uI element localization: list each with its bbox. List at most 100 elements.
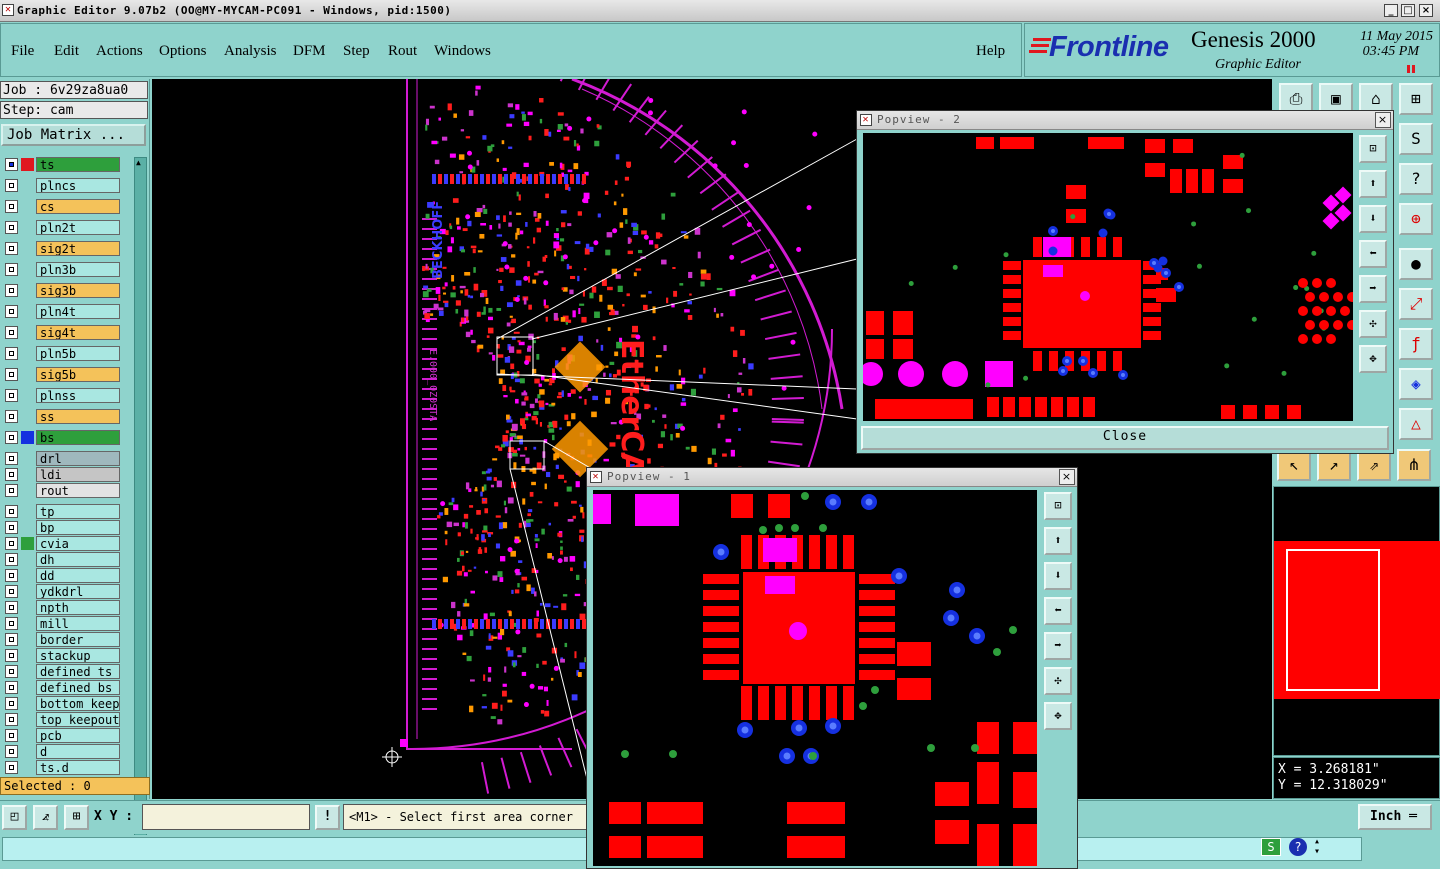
layer-name[interactable]: pcb bbox=[36, 728, 120, 743]
layer-checkbox[interactable] bbox=[5, 697, 18, 710]
layer-row[interactable]: drl bbox=[2, 451, 122, 466]
popview-1-titlebar[interactable]: ✕ Popview - 1 × bbox=[587, 468, 1077, 487]
pv1-fit-icon[interactable]: ⊡ bbox=[1044, 492, 1072, 520]
menu-actions[interactable]: Actions bbox=[96, 43, 143, 60]
pv1-pan-up-icon[interactable]: ⬆ bbox=[1044, 527, 1072, 555]
layer-color-swatch[interactable] bbox=[21, 617, 34, 630]
menu-analysis[interactable]: Analysis bbox=[224, 43, 277, 60]
layer-name[interactable]: ts bbox=[36, 157, 120, 172]
layer-color-swatch[interactable] bbox=[21, 431, 34, 444]
layer-row[interactable]: top_keepout bbox=[2, 712, 122, 727]
s-status-icon[interactable]: S bbox=[1261, 838, 1281, 856]
layer-name[interactable]: mill bbox=[36, 616, 120, 631]
layer-row[interactable]: dh bbox=[2, 552, 122, 567]
layer-name[interactable]: top_keepout bbox=[36, 712, 120, 727]
pad-icon[interactable]: ● bbox=[1399, 248, 1433, 280]
layer-checkbox[interactable] bbox=[5, 221, 18, 234]
layer-color-swatch[interactable] bbox=[21, 468, 34, 481]
layer-row[interactable]: bs bbox=[2, 430, 122, 445]
layer-checkbox[interactable] bbox=[5, 305, 18, 318]
layer-checkbox[interactable] bbox=[5, 179, 18, 192]
layer-name[interactable]: stackup bbox=[36, 648, 120, 663]
layer-checkbox[interactable] bbox=[5, 263, 18, 276]
measure-tool-icon[interactable]: ⦨ bbox=[33, 805, 58, 830]
layer-name[interactable]: ldi bbox=[36, 467, 120, 482]
layer-row[interactable]: ldi bbox=[2, 467, 122, 482]
layer-color-swatch[interactable] bbox=[21, 326, 34, 339]
layer-name[interactable]: bp bbox=[36, 520, 120, 535]
pv1-zoom-in-icon[interactable]: ✣ bbox=[1044, 667, 1072, 695]
layer-checkbox[interactable] bbox=[5, 745, 18, 758]
layer-color-swatch[interactable] bbox=[21, 452, 34, 465]
layer-color-swatch[interactable] bbox=[21, 665, 34, 678]
menu-windows[interactable]: Windows bbox=[434, 43, 491, 60]
layer-checkbox[interactable] bbox=[5, 452, 18, 465]
info-icon[interactable]: ! bbox=[315, 805, 340, 830]
popview-2-canvas[interactable] bbox=[863, 133, 1353, 421]
layer-row[interactable]: npth bbox=[2, 600, 122, 615]
select-net-icon[interactable]: ⋔ bbox=[1397, 449, 1431, 481]
layer-name[interactable]: bs bbox=[36, 430, 120, 445]
layer-scrollbar[interactable]: ▲ ▼ bbox=[134, 157, 147, 851]
layer-color-swatch[interactable] bbox=[21, 410, 34, 423]
layer-row[interactable]: defined_ts bbox=[2, 664, 122, 679]
snap-icon[interactable]: S bbox=[1399, 123, 1433, 155]
unit-select[interactable]: Inch ═ bbox=[1358, 804, 1432, 830]
layer-checkbox[interactable] bbox=[5, 601, 18, 614]
layer-row[interactable]: cvia bbox=[2, 536, 122, 551]
layer-checkbox[interactable] bbox=[5, 158, 18, 171]
layer-row[interactable]: pln5b bbox=[2, 346, 122, 361]
layer-color-swatch[interactable] bbox=[21, 347, 34, 360]
layer-name[interactable]: sig2t bbox=[36, 241, 120, 256]
layer-name[interactable]: sig3b bbox=[36, 283, 120, 298]
layer-name[interactable]: pln4t bbox=[36, 304, 120, 319]
zoom-area-icon[interactable]: ◰ bbox=[2, 805, 27, 830]
layer-row[interactable]: plnss bbox=[2, 388, 122, 403]
layer-name[interactable]: tp bbox=[36, 504, 120, 519]
pv2-pan-left-icon[interactable]: ⬅ bbox=[1359, 240, 1387, 268]
layer-color-swatch[interactable] bbox=[21, 521, 34, 534]
layer-row[interactable]: ydkdrl bbox=[2, 584, 122, 599]
layer-row[interactable]: d bbox=[2, 744, 122, 759]
layer-checkbox[interactable] bbox=[5, 585, 18, 598]
viewport-frame[interactable] bbox=[1286, 549, 1380, 691]
menu-step[interactable]: Step bbox=[343, 43, 370, 60]
layer-checkbox[interactable] bbox=[5, 200, 18, 213]
shapes-icon[interactable]: ◈ bbox=[1399, 368, 1433, 400]
layer-checkbox[interactable] bbox=[5, 617, 18, 630]
layer-row[interactable]: bottom_keepe bbox=[2, 696, 122, 711]
overview-map[interactable] bbox=[1273, 486, 1440, 756]
help-icon[interactable]: ? bbox=[1399, 163, 1433, 195]
layer-color-swatch[interactable] bbox=[21, 697, 34, 710]
layer-row[interactable]: bp bbox=[2, 520, 122, 535]
menu-file[interactable]: File bbox=[11, 43, 34, 60]
layer-name[interactable]: dd bbox=[36, 568, 120, 583]
layer-row[interactable]: pln2t bbox=[2, 220, 122, 235]
layer-row[interactable]: ts.d bbox=[2, 760, 122, 775]
layer-checkbox[interactable] bbox=[5, 537, 18, 550]
pv1-pan-right-icon[interactable]: ➡ bbox=[1044, 632, 1072, 660]
layer-color-swatch[interactable] bbox=[21, 729, 34, 742]
layer-color-swatch[interactable] bbox=[21, 158, 34, 171]
layer-row[interactable]: stackup bbox=[2, 648, 122, 663]
layer-name[interactable]: cvia bbox=[36, 536, 120, 551]
layer-checkbox[interactable] bbox=[5, 729, 18, 742]
pv1-pan-left-icon[interactable]: ⬅ bbox=[1044, 597, 1072, 625]
connect-icon[interactable]: ⤢ bbox=[1399, 288, 1433, 320]
layer-row[interactable]: cs bbox=[2, 199, 122, 214]
layer-color-swatch[interactable] bbox=[21, 505, 34, 518]
layer-checkbox[interactable] bbox=[5, 389, 18, 402]
layer-checkbox[interactable] bbox=[5, 431, 18, 444]
measure-icon[interactable]: △ bbox=[1399, 408, 1433, 440]
layer-name[interactable]: npth bbox=[36, 600, 120, 615]
layer-color-swatch[interactable] bbox=[21, 537, 34, 550]
layer-name[interactable]: plnss bbox=[36, 388, 120, 403]
layer-color-swatch[interactable] bbox=[21, 368, 34, 381]
minimize-button[interactable]: _ bbox=[1384, 4, 1398, 17]
layer-name[interactable]: pln5b bbox=[36, 346, 120, 361]
layer-row[interactable]: ts bbox=[2, 157, 122, 172]
layer-row[interactable]: plncs bbox=[2, 178, 122, 193]
pv2-pan-right-icon[interactable]: ➡ bbox=[1359, 275, 1387, 303]
layer-name[interactable]: d bbox=[36, 744, 120, 759]
layer-checkbox[interactable] bbox=[5, 326, 18, 339]
